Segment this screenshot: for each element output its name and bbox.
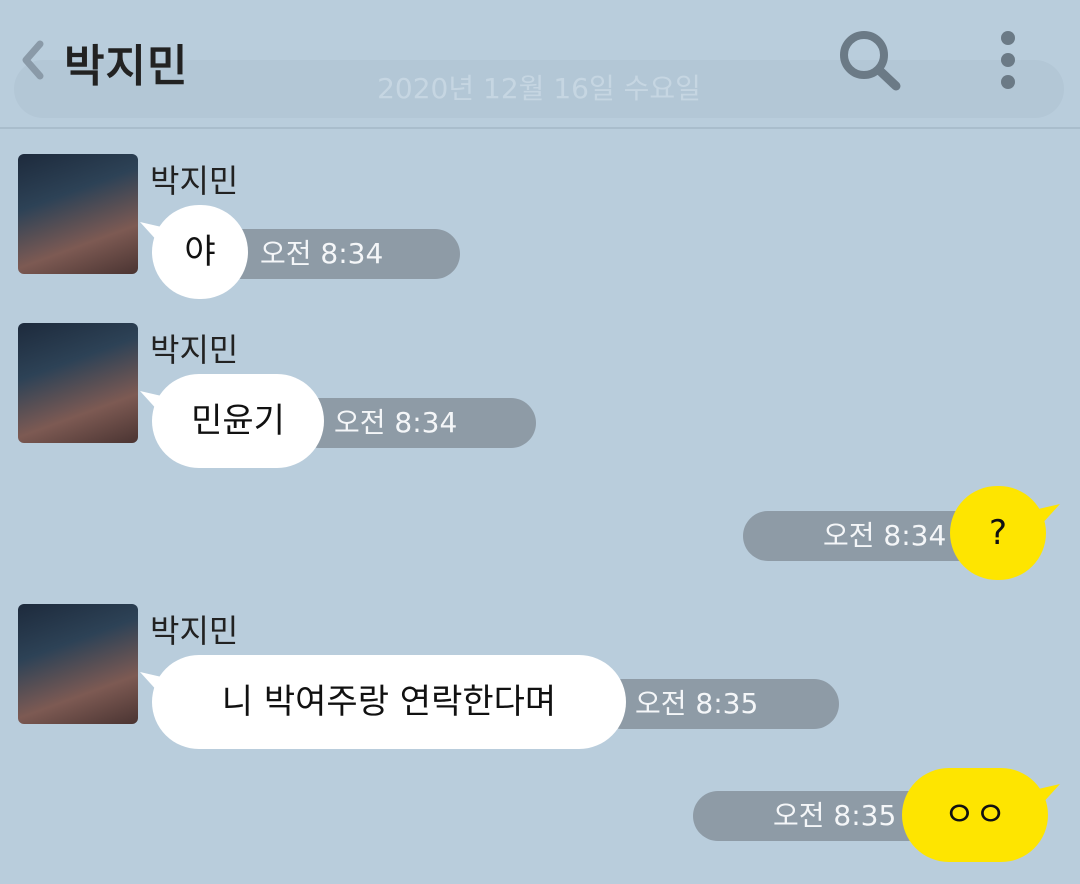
- avatar[interactable]: [18, 604, 138, 724]
- message-time: 오전 8:35: [693, 791, 933, 841]
- message-time: 오전 8:35: [597, 679, 839, 729]
- message-bubble[interactable]: 민윤기: [152, 374, 324, 468]
- chat-title: 박지민: [64, 41, 189, 92]
- message-time: 오전 8:34: [743, 511, 983, 561]
- message-bubble[interactable]: ㅇㅇ: [902, 768, 1048, 862]
- avatar[interactable]: [18, 154, 138, 274]
- chat-header: 2020년 12월 16일 수요일 박지민: [0, 0, 1080, 129]
- sender-name: 박지민: [150, 612, 239, 650]
- sender-name: 박지민: [150, 162, 239, 200]
- message-bubble[interactable]: ?: [950, 486, 1046, 580]
- message-bubble[interactable]: 니 박여주랑 연락한다며: [152, 655, 626, 749]
- message-bubble[interactable]: 야: [152, 205, 248, 299]
- avatar[interactable]: [18, 323, 138, 443]
- chevron-left-icon[interactable]: [18, 38, 48, 82]
- search-icon[interactable]: [836, 28, 902, 92]
- message-time: 오전 8:34: [294, 398, 536, 448]
- message-time: 오전 8:34: [216, 229, 460, 279]
- sender-name: 박지민: [150, 331, 239, 369]
- vertical-dots-icon[interactable]: [996, 28, 1020, 92]
